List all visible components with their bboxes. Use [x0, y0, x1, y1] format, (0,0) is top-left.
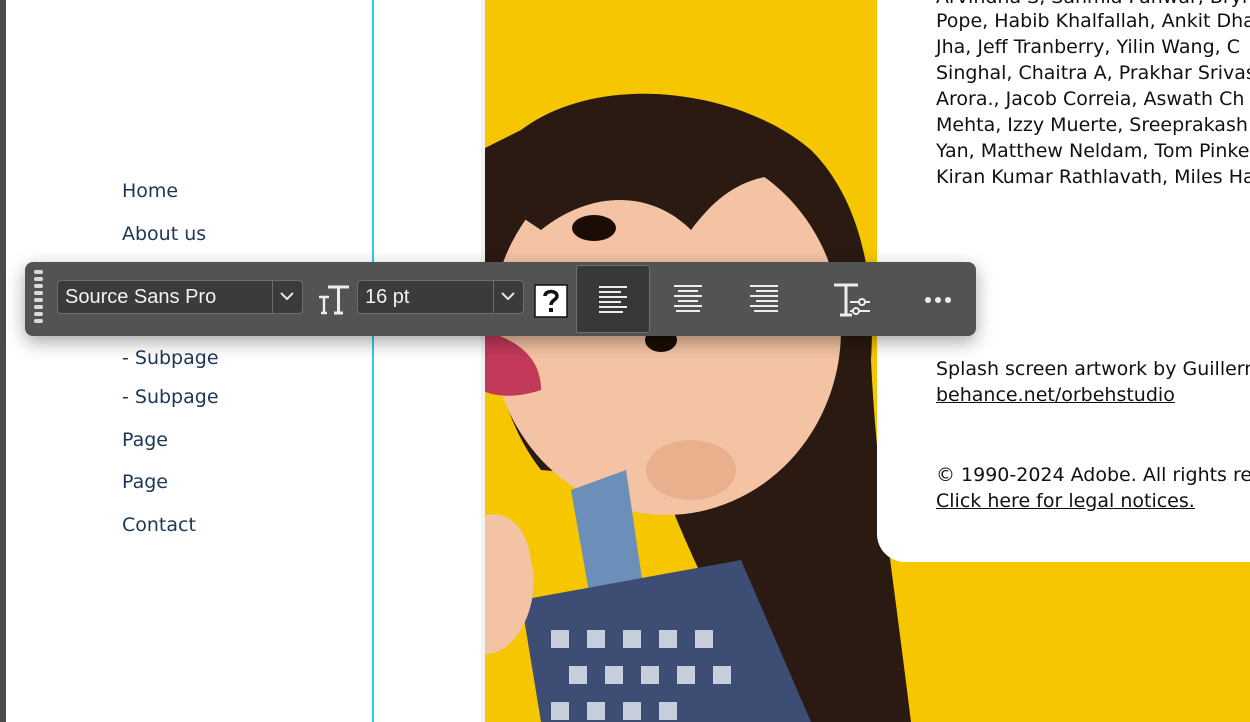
contextual-task-bar: Source Sans Pro 16 pt	[25, 262, 976, 336]
align-right-icon	[750, 285, 778, 312]
question-mark-icon	[534, 284, 568, 318]
legal-notices-link[interactable]: Click here for legal notices.	[936, 488, 1195, 514]
font-size-dropdown[interactable]: 16 pt	[357, 280, 524, 314]
nav-item-about-us[interactable]: About us	[122, 223, 206, 245]
nav-item-subpage[interactable]: - Subpage	[122, 347, 219, 369]
credits-line: Jha, Jeff Tranberry, Yilin Wang, C	[936, 36, 1240, 58]
align-right-button[interactable]	[734, 265, 794, 333]
credits-line: Mehta, Izzy Muerte, Sreeprakash	[936, 114, 1248, 136]
text-settings-icon	[834, 283, 870, 317]
align-left-icon	[599, 286, 627, 313]
text-options-button[interactable]	[822, 265, 882, 333]
nav-item-home[interactable]: Home	[122, 180, 178, 202]
font-size-icon	[317, 265, 351, 333]
credits-line: Yan, Matthew Neldam, Tom Pinke	[936, 140, 1250, 162]
ellipsis-icon	[925, 297, 951, 303]
font-family-dropdown[interactable]: Source Sans Pro	[57, 280, 303, 314]
align-center-icon	[674, 285, 702, 312]
splash-credit-text: Splash screen artwork by Guillerm	[936, 358, 1250, 380]
chevron-down-icon[interactable]	[493, 281, 523, 313]
more-options-button[interactable]	[910, 265, 966, 333]
align-center-button[interactable]	[658, 265, 718, 333]
drag-handle[interactable]	[34, 270, 44, 326]
layout-guide-line	[372, 0, 374, 722]
site-navigation: Home About us - Subpage - Subpage Page P…	[122, 0, 362, 722]
font-size-value: 16 pt	[365, 286, 410, 308]
credits-line: Pope, Habib Khalfallah, Ankit Dha	[936, 10, 1250, 32]
nav-item-page[interactable]: Page	[122, 471, 168, 493]
credits-line: Kiran Kumar Rathlavath, Miles Ha	[936, 166, 1250, 188]
font-family-value: Source Sans Pro	[65, 286, 217, 308]
nav-item-subpage[interactable]: - Subpage	[122, 386, 219, 408]
chevron-down-icon[interactable]	[272, 281, 302, 313]
credits-line: Arora., Jacob Correia, Aswath Ch	[936, 88, 1245, 110]
missing-glyph-button[interactable]	[534, 265, 568, 333]
nav-item-page[interactable]: Page	[122, 429, 168, 451]
behance-link[interactable]: behance.net/orbehstudio	[936, 382, 1175, 408]
align-left-button[interactable]	[576, 265, 650, 333]
nav-item-contact[interactable]: Contact	[122, 514, 196, 536]
credits-line: Singhal, Chaitra A, Prakhar Srivas	[936, 62, 1250, 84]
copyright-text: © 1990-2024 Adobe. All rights re	[936, 464, 1250, 486]
